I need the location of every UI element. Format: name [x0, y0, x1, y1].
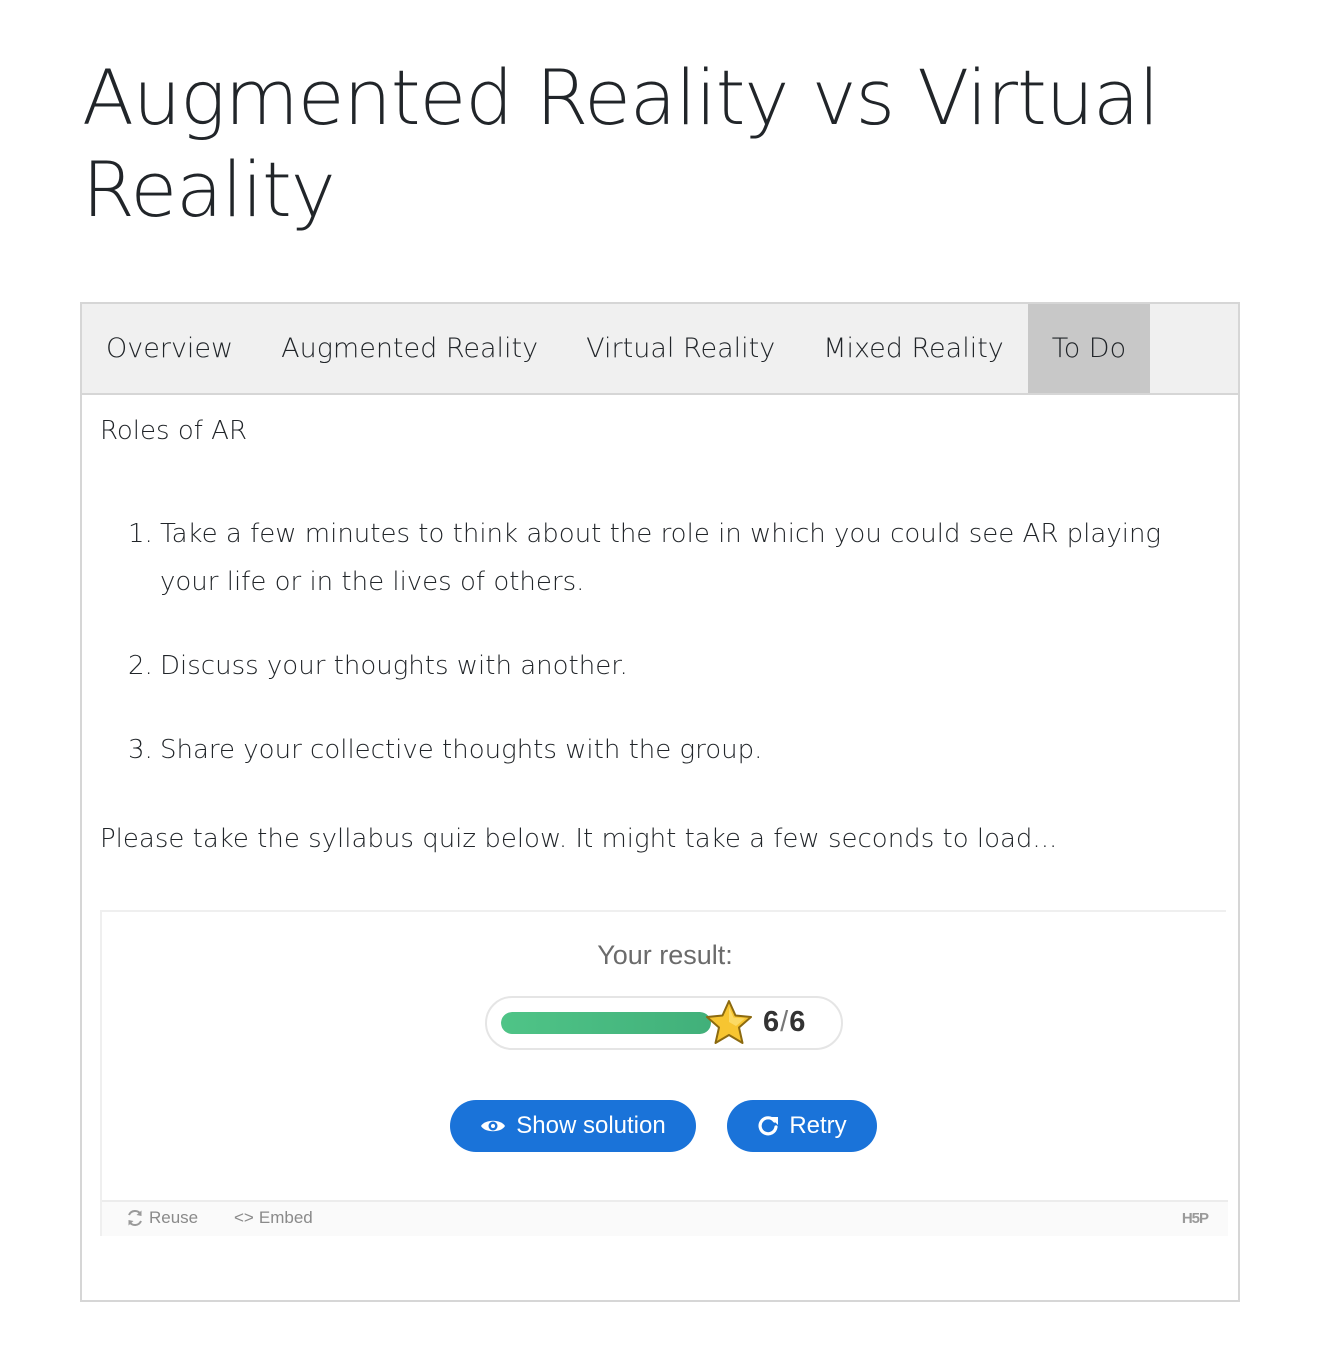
- embed-label: Embed: [258, 1208, 313, 1227]
- tabs-panel: Overview Augmented Reality Virtual Reali…: [80, 302, 1240, 1302]
- progress-fill: [501, 1012, 711, 1034]
- h5p-footer: Reuse <> Embed H5P: [102, 1200, 1228, 1236]
- retry-button[interactable]: Retry: [727, 1100, 877, 1152]
- todo-list: 1. Take a few minutes to think about the…: [128, 510, 1218, 810]
- list-number: 2.: [128, 651, 153, 681]
- list-item: 3. Share your collective thoughts with t…: [128, 726, 1218, 774]
- page-title: Augmented Reality vs Virtual Reality: [82, 53, 1160, 234]
- list-text: Share your collective thoughts with the …: [160, 735, 763, 765]
- embed-button[interactable]: <> Embed: [234, 1208, 313, 1228]
- reuse-icon: [126, 1209, 144, 1227]
- score-text: 6/6: [763, 1006, 806, 1039]
- result-label: Your result:: [597, 940, 733, 970]
- eye-icon: [480, 1117, 506, 1135]
- quiz-intro: Please take the syllabus quiz below. It …: [100, 824, 1058, 854]
- retry-icon: [757, 1115, 779, 1137]
- h5p-logo[interactable]: H5P: [1182, 1210, 1209, 1227]
- tab-to-do[interactable]: To Do: [1027, 304, 1151, 393]
- reuse-label: Reuse: [149, 1208, 199, 1227]
- progress-track: [501, 1012, 711, 1034]
- retry-label: Retry: [789, 1112, 847, 1139]
- reuse-button[interactable]: Reuse: [126, 1208, 198, 1228]
- max-score-value: 6: [789, 1006, 807, 1038]
- tab-content: Roles of AR 1. Take a few minutes to thi…: [100, 414, 1220, 854]
- score-separator: /: [780, 1006, 790, 1038]
- show-solution-button[interactable]: Show solution: [450, 1100, 696, 1152]
- list-item: 1. Take a few minutes to think about the…: [128, 510, 1218, 606]
- section-heading: Roles of AR: [100, 416, 248, 446]
- score-value: 6: [763, 1006, 781, 1038]
- h5p-quiz-frame: Your result: 6/6 Show solution Retry Reu…: [100, 910, 1228, 1236]
- list-number: 1.: [128, 519, 153, 549]
- star-icon: [706, 1000, 752, 1044]
- list-text: Discuss your thoughts with another.: [160, 651, 628, 681]
- code-icon: <>: [234, 1208, 254, 1227]
- tab-overview[interactable]: Overview: [82, 304, 257, 393]
- tab-virtual-reality[interactable]: Virtual Reality: [562, 304, 799, 393]
- list-text: Take a few minutes to think about the ro…: [160, 519, 1162, 597]
- tab-mixed-reality[interactable]: Mixed Reality: [799, 304, 1028, 393]
- show-solution-label: Show solution: [516, 1112, 666, 1139]
- tab-bar: Overview Augmented Reality Virtual Reali…: [82, 304, 1238, 395]
- score-bar: 6/6: [485, 996, 843, 1050]
- list-number: 3.: [128, 735, 153, 765]
- list-item: 2. Discuss your thoughts with another.: [128, 642, 1218, 690]
- tab-augmented-reality[interactable]: Augmented Reality: [257, 304, 562, 393]
